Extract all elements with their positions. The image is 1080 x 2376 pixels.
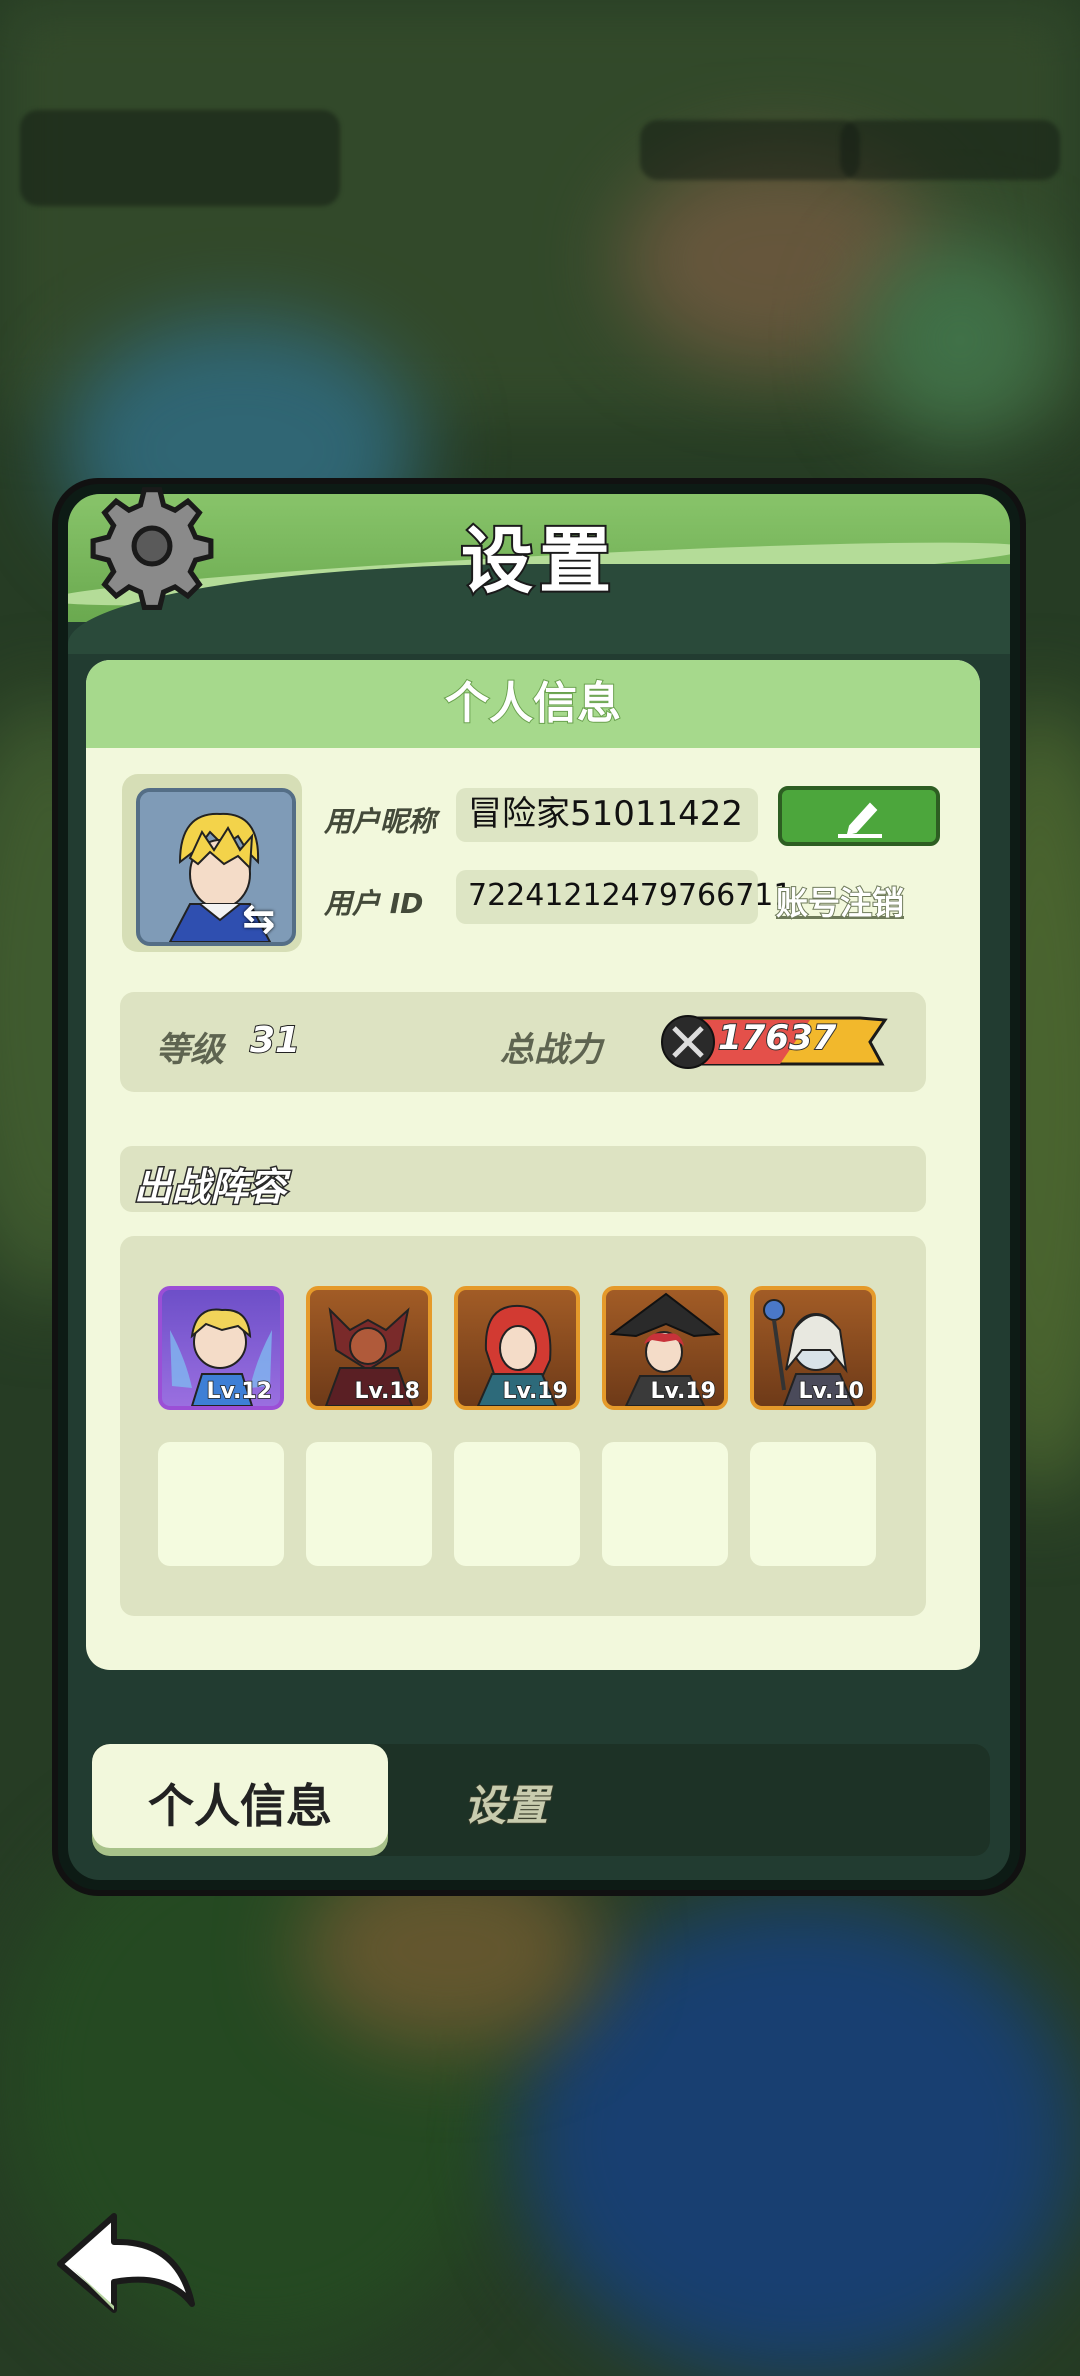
hero-level: Lv.12: [206, 1378, 273, 1405]
hero-slot-3[interactable]: Lv.19: [454, 1286, 580, 1410]
hero-level: Lv.10: [798, 1378, 865, 1405]
blurred-hud: [20, 110, 1060, 220]
nickname-field: 冒险家51011422: [456, 788, 758, 842]
tab-profile[interactable]: 个人信息: [92, 1744, 388, 1848]
section-header: 个人信息: [86, 660, 980, 748]
empty-slot[interactable]: [306, 1442, 432, 1566]
hero-slot-1[interactable]: Lv.12: [158, 1286, 284, 1410]
back-arrow-icon[interactable]: [52, 2206, 202, 2326]
empty-slot[interactable]: [602, 1442, 728, 1566]
hero-slot-5[interactable]: Lv.10: [750, 1286, 876, 1410]
empty-slot[interactable]: [750, 1442, 876, 1566]
hero-level: Lv.19: [502, 1378, 569, 1405]
edit-pencil-icon: [838, 802, 882, 838]
tab-settings[interactable]: 设置: [463, 1772, 549, 1833]
user-id-label: 用户 ID: [324, 887, 424, 920]
level-value: 31: [249, 1019, 301, 1062]
lineup-header: 出战阵容: [120, 1146, 926, 1212]
cancel-account-link[interactable]: 账号注销: [775, 878, 905, 924]
power-value: 17637: [717, 1017, 837, 1059]
avatar[interactable]: ⇆: [136, 788, 296, 946]
hero-slot-4[interactable]: Lv.19: [602, 1286, 728, 1410]
bottom-tabs: 个人信息 设置: [92, 1744, 990, 1856]
tab-profile-label: 个人信息: [148, 1779, 332, 1833]
user-id-field: 72241212479766711: [456, 870, 792, 924]
hero-level: Lv.19: [650, 1378, 717, 1405]
power-badge: 17637: [660, 1012, 890, 1072]
swap-icon[interactable]: ⇆: [242, 896, 290, 942]
empty-slot[interactable]: [454, 1442, 580, 1566]
avatar-frame[interactable]: ⇆: [122, 774, 302, 952]
page-title: 设置: [459, 517, 617, 605]
hero-level: Lv.18: [354, 1378, 421, 1405]
level-label: 等级: [156, 1030, 224, 1070]
profile-card: 个人信息 ⇆ 用户昵称 冒险家51011422 用户 ID 7224121247…: [86, 660, 980, 1670]
lineup-grid: Lv.12 Lv.18 Lv.19 Lv.19 Lv.10: [120, 1236, 926, 1616]
power-label: 总战力: [500, 1030, 602, 1070]
empty-slot[interactable]: [158, 1442, 284, 1566]
stats-bar: 等级 31 总战力 17637: [120, 992, 926, 1092]
edit-nickname-button[interactable]: [778, 786, 940, 846]
nickname-label: 用户昵称: [324, 805, 437, 838]
lineup-title: 出战阵容: [132, 1164, 287, 1211]
hero-slot-2[interactable]: Lv.18: [306, 1286, 432, 1410]
